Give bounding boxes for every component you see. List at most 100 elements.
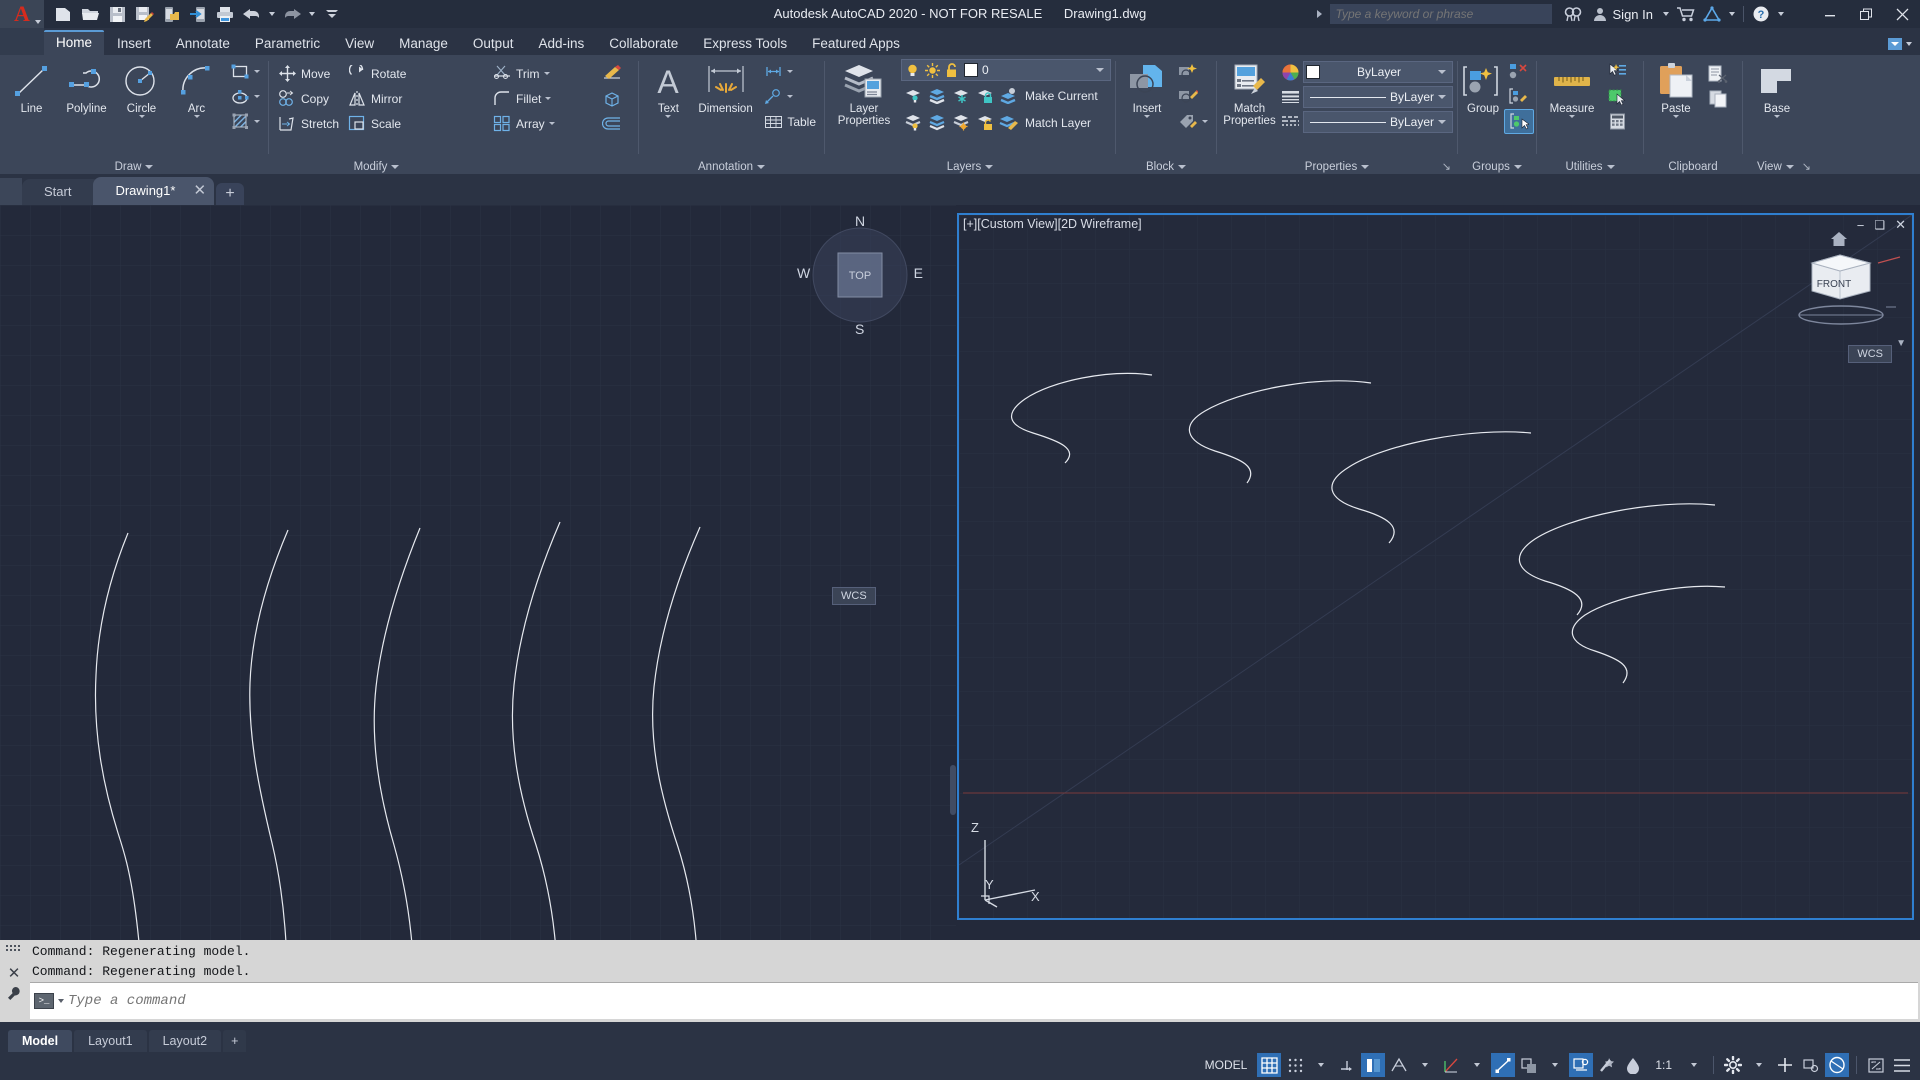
- infer-constraints-toggle[interactable]: [1335, 1053, 1359, 1077]
- select-all-button[interactable]: [1603, 84, 1631, 109]
- view-dialog-launcher-icon[interactable]: ↘: [1802, 160, 1811, 173]
- annotation-scale-dropdown-icon[interactable]: [1682, 1053, 1706, 1077]
- block-edit-attribute-button[interactable]: [1174, 109, 1212, 134]
- viewcube-west-label[interactable]: W: [797, 265, 810, 281]
- transparency-toggle[interactable]: [1621, 1053, 1645, 1077]
- chevron-down-icon[interactable]: [1144, 115, 1150, 118]
- sign-in-button[interactable]: Sign In: [1586, 0, 1659, 28]
- command-history-dropdown-icon[interactable]: [58, 999, 64, 1003]
- panel-clipboard-title[interactable]: Clipboard: [1644, 158, 1742, 175]
- a360-dropdown-icon[interactable]: [1725, 2, 1739, 26]
- modify-trim-button[interactable]: Trim: [488, 61, 559, 86]
- chevron-down-icon[interactable]: [545, 97, 552, 100]
- polar-dropdown-icon[interactable]: [1465, 1053, 1489, 1077]
- ribbon-tab-parametric[interactable]: Parametric: [243, 32, 332, 55]
- panel-block-title[interactable]: Block: [1116, 158, 1216, 175]
- help-icon[interactable]: ?: [1748, 2, 1774, 26]
- infocenter-search[interactable]: [1329, 4, 1552, 24]
- layer-make-current-button[interactable]: Make Current: [1021, 83, 1102, 108]
- left-viewcube[interactable]: TOP N S W E: [797, 213, 923, 337]
- isolate-objects-icon[interactable]: [1825, 1053, 1849, 1077]
- wrench-icon[interactable]: [7, 986, 21, 1007]
- chevron-down-icon[interactable]: [391, 164, 400, 169]
- layout-tab-layout2[interactable]: Layout2: [148, 1030, 222, 1052]
- ribbon-tab-featured-apps[interactable]: Featured Apps: [800, 32, 912, 55]
- chevron-down-icon[interactable]: [1096, 68, 1104, 72]
- workspace-switching-icon[interactable]: [1721, 1053, 1745, 1077]
- ribbon-minimize-caret-icon[interactable]: [1906, 41, 1912, 46]
- layer-color-swatch[interactable]: [964, 63, 978, 77]
- panel-draw-title[interactable]: Draw: [0, 158, 268, 175]
- ribbon-tab-manage[interactable]: Manage: [387, 32, 460, 55]
- modify-scale-button[interactable]: Scale: [343, 111, 410, 136]
- layer-lock-button[interactable]: [973, 83, 997, 108]
- save-as-icon[interactable]: [131, 2, 157, 26]
- modify-stretch-button[interactable]: Stretch: [273, 111, 343, 136]
- modify-erase-button[interactable]: [598, 61, 626, 86]
- drawing-canvas-area[interactable]: TOP N S W E WCS [+][Custom View][2D Wire…: [0, 205, 1920, 940]
- file-tab-start[interactable]: Start: [22, 179, 102, 205]
- chevron-down-icon[interactable]: [1673, 115, 1679, 118]
- lineweight-combo[interactable]: ByLayer: [1303, 86, 1453, 108]
- plot-icon[interactable]: [212, 2, 238, 26]
- panel-properties-title[interactable]: Properties ↘: [1217, 158, 1457, 175]
- modify-mirror-button[interactable]: Mirror: [343, 86, 410, 111]
- left-viewport[interactable]: TOP N S W E WCS: [0, 205, 956, 940]
- chevron-down-icon[interactable]: [1606, 164, 1615, 169]
- viewcube-east-label[interactable]: E: [914, 265, 923, 281]
- draw-circle-button[interactable]: Circle: [114, 59, 169, 118]
- ribbon-tab-insert[interactable]: Insert: [105, 32, 163, 55]
- lightbulb-on-icon[interactable]: [904, 62, 920, 78]
- modify-fillet-button[interactable]: Fillet: [488, 86, 559, 111]
- left-wcs-chip[interactable]: WCS: [832, 587, 876, 605]
- chevron-down-icon[interactable]: [1438, 95, 1446, 99]
- chevron-down-icon[interactable]: [254, 120, 260, 123]
- block-edit-button[interactable]: [1174, 84, 1212, 109]
- layer-match-layer-button[interactable]: Match Layer: [1021, 110, 1095, 135]
- chevron-down-icon[interactable]: ▼: [1896, 338, 1906, 349]
- draw-rectangle-button[interactable]: [226, 59, 264, 84]
- group-selection-toggle-button[interactable]: [1504, 109, 1534, 134]
- annotation-linear-dim-button[interactable]: [759, 59, 820, 84]
- new-file-tab-button[interactable]: +: [216, 183, 245, 205]
- chevron-down-icon[interactable]: [145, 164, 154, 169]
- sun-icon[interactable]: [924, 62, 940, 78]
- annotation-table-button[interactable]: Table: [759, 109, 820, 134]
- block-insert-button[interactable]: Insert: [1120, 59, 1174, 118]
- draw-ellipse-button[interactable]: [226, 84, 264, 109]
- right-viewport[interactable]: [+][Custom View][2D Wireframe] − ❑ ✕ FRO…: [957, 213, 1914, 920]
- match-properties-button[interactable]: Match Properties: [1221, 59, 1278, 127]
- isometric-drafting-toggle[interactable]: [1491, 1053, 1516, 1077]
- chevron-down-icon[interactable]: [1438, 120, 1446, 124]
- object-color-swatch[interactable]: [1306, 65, 1320, 79]
- show-lineweight-toggle[interactable]: [1595, 1053, 1619, 1077]
- panel-groups-title[interactable]: Groups: [1458, 158, 1536, 175]
- chevron-down-icon[interactable]: [1513, 164, 1522, 169]
- save-to-web-mobile-icon[interactable]: [158, 2, 184, 26]
- modify-array-button[interactable]: Array: [488, 111, 559, 136]
- chevron-down-icon[interactable]: [35, 20, 41, 24]
- cut-button[interactable]: [1704, 61, 1732, 86]
- annotation-dimension-button[interactable]: Dimension: [694, 59, 758, 115]
- viewport-minimize-button[interactable]: −: [1857, 218, 1865, 233]
- ribbon-tab-output[interactable]: Output: [461, 32, 526, 55]
- undo-dropdown-icon[interactable]: [266, 2, 278, 26]
- ortho-mode-toggle[interactable]: [1387, 1053, 1411, 1077]
- grid-display-toggle[interactable]: [1257, 1053, 1282, 1077]
- osnap-dropdown-icon[interactable]: [1543, 1053, 1567, 1077]
- quick-select-button[interactable]: [1603, 59, 1631, 84]
- redo-icon[interactable]: [279, 2, 305, 26]
- object-snap-toggle[interactable]: [1569, 1053, 1594, 1077]
- ribbon-tab-home[interactable]: Home: [44, 30, 105, 55]
- block-create-button[interactable]: [1174, 59, 1212, 84]
- dynamic-input-toggle[interactable]: [1361, 1053, 1386, 1077]
- viewcube-north-label[interactable]: N: [855, 213, 865, 229]
- chevron-down-icon[interactable]: [665, 115, 672, 118]
- snap-mode-toggle[interactable]: [1283, 1053, 1307, 1077]
- draw-polyline-button[interactable]: Polyline: [59, 59, 114, 115]
- chevron-down-icon[interactable]: [193, 115, 200, 118]
- infocenter-expand-icon[interactable]: [1316, 10, 1322, 18]
- chevron-down-icon[interactable]: [254, 70, 260, 73]
- ungroup-button[interactable]: [1504, 59, 1534, 84]
- close-icon[interactable]: ✕: [8, 964, 21, 982]
